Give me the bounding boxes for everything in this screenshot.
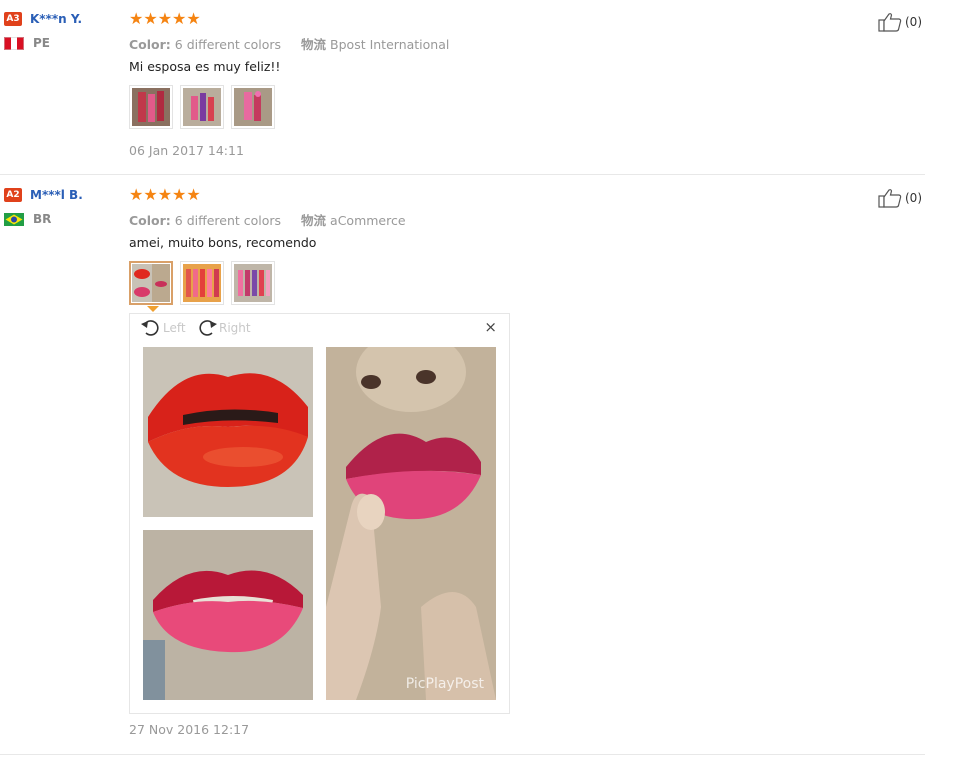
reviewer-name[interactable]: M***l B. [30, 188, 83, 202]
brazil-flag-icon [4, 212, 24, 226]
review-meta: Color: 6 different colors 物流 aCommerce [129, 210, 829, 228]
reviewer-country: PE [33, 36, 50, 50]
photo-thumbnail[interactable] [180, 85, 224, 129]
reviewer-info: A3 K***n Y. PE [4, 10, 119, 50]
review-date: 27 Nov 2016 12:17 [129, 722, 250, 737]
photo-panel-red-lips [143, 347, 313, 517]
photo-thumbnail[interactable] [231, 261, 275, 305]
helpful-count: (0) [905, 15, 922, 29]
star-rating: ★★★★★ [129, 185, 201, 204]
photo-viewer: Left Right × PicPlayPost [129, 313, 510, 714]
rotate-right-label: Right [219, 321, 251, 335]
rotate-right-button[interactable]: Right [196, 318, 251, 338]
selected-caret [147, 306, 159, 312]
level-badge: A3 [4, 12, 22, 26]
photo-watermark: PicPlayPost [405, 676, 484, 692]
thumbs-up-icon [878, 189, 902, 208]
rotate-left-icon [141, 320, 159, 336]
logistics-value: Bpost International [330, 37, 450, 52]
star-rating: ★★★★★ [129, 9, 201, 28]
photo-thumbnails [129, 85, 829, 129]
review-item: A3 K***n Y. PE ★★★★★ Color: 6 different … [0, 0, 925, 175]
logistics-value: aCommerce [330, 213, 406, 228]
photo-panel-face: PicPlayPost [326, 347, 496, 700]
rotate-left-label: Left [163, 321, 186, 335]
reviews-list: A3 K***n Y. PE ★★★★★ Color: 6 different … [0, 0, 953, 766]
reviewer-country: BR [33, 212, 52, 226]
photo-panel-pink-lips [143, 530, 313, 700]
color-value: 6 different colors [174, 213, 282, 228]
review-content: ★★★★★ Color: 6 different colors 物流 aComm… [129, 185, 829, 312]
review-meta: Color: 6 different colors 物流 Bpost Inter… [129, 34, 829, 52]
reviewer-info: A2 M***l B. BR [4, 186, 119, 226]
close-icon[interactable]: × [484, 318, 497, 336]
photo-thumbnail[interactable] [129, 85, 173, 129]
photo-thumbnail-selected[interactable] [129, 261, 173, 312]
peru-flag-icon [4, 36, 24, 50]
photo-thumbnail[interactable] [180, 261, 224, 305]
reviewer-name[interactable]: K***n Y. [30, 12, 82, 26]
review-text: amei, muito bons, recomendo [129, 235, 317, 250]
helpful-button[interactable]: (0) [878, 12, 922, 32]
review-content: ★★★★★ Color: 6 different colors 物流 Bpost… [129, 10, 829, 129]
color-value: 6 different colors [174, 37, 282, 52]
review-text: Mi esposa es muy feliz!! [129, 59, 281, 74]
helpful-button[interactable]: (0) [878, 188, 922, 208]
review-date: 06 Jan 2017 14:11 [129, 143, 244, 158]
rotate-left-button[interactable]: Left [140, 318, 186, 338]
thumbs-up-icon [878, 13, 902, 32]
logistics-label: 物流 [301, 37, 327, 52]
rotate-right-icon [199, 320, 217, 336]
level-badge: A2 [4, 188, 22, 202]
photo-thumbnails [129, 261, 829, 312]
photo-thumbnail[interactable] [231, 85, 275, 129]
helpful-count: (0) [905, 191, 922, 205]
color-label: Color: [129, 37, 171, 52]
color-label: Color: [129, 213, 171, 228]
logistics-label: 物流 [301, 213, 327, 228]
review-item: A2 M***l B. BR ★★★★★ Color: 6 different … [0, 176, 925, 755]
